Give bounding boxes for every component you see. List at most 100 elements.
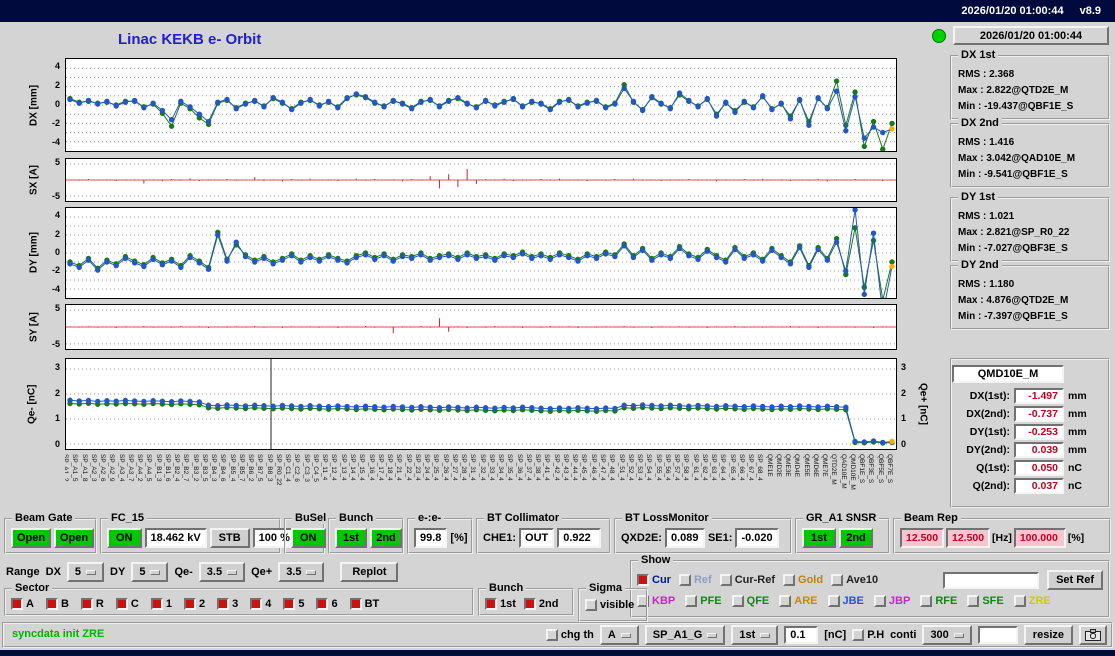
checkbox[interactable] <box>316 598 329 610</box>
checkbox[interactable] <box>731 595 744 607</box>
show-region-checkbox-qfe[interactable]: QFE <box>731 595 769 607</box>
set-ref-input[interactable] <box>943 571 1040 589</box>
range-qe-minus-select[interactable]: 3.5 <box>198 562 246 582</box>
show-checkbox-cur[interactable]: Cur <box>637 574 671 586</box>
sector-checkbox-3[interactable]: 3 <box>217 598 238 610</box>
checkbox[interactable] <box>80 598 93 610</box>
bunch-checkbox-1st[interactable]: 1st <box>485 598 516 610</box>
bunch-order-select[interactable]: 1st <box>731 625 779 645</box>
screenshot-button[interactable] <box>1079 625 1107 645</box>
checkbox[interactable] <box>283 598 296 610</box>
checkbox[interactable] <box>1013 595 1026 607</box>
sector-checkbox-r[interactable]: R <box>80 598 104 610</box>
checkbox[interactable] <box>685 595 698 607</box>
bunch-1st-button[interactable]: 1st <box>335 528 367 548</box>
x-axis-bpm-label: SP_63_4 <box>710 454 718 481</box>
sector-checkbox-6[interactable]: 6 <box>316 598 338 610</box>
show-region-checkbox-are[interactable]: ARE <box>779 595 818 607</box>
show-region-checkbox-jbp[interactable]: JBP <box>873 595 910 607</box>
sector-checkbox-bt[interactable]: BT <box>349 598 379 610</box>
stat-rms: RMS : 2.368 <box>958 69 1015 80</box>
replot-button[interactable]: Replot <box>340 562 399 582</box>
sector-checkbox-1[interactable]: 1 <box>150 598 172 610</box>
x-axis-bpm-label: SP_11_4 <box>321 454 329 481</box>
checkbox[interactable] <box>349 598 362 610</box>
points-select[interactable]: 300 <box>922 625 972 645</box>
beam-gate-open-button-2[interactable]: Open <box>54 528 94 548</box>
checkbox[interactable] <box>585 599 597 611</box>
bpm-value-row: Q(1st): 0.050 nC <box>956 460 1104 476</box>
range-dy-select[interactable]: 5 <box>131 562 169 582</box>
beam-gate-open-button-1[interactable]: Open <box>11 528 51 548</box>
set-ref-button[interactable]: Set Ref <box>1047 570 1103 590</box>
checkbox[interactable] <box>831 574 844 586</box>
show-region-checkbox-rfe[interactable]: RFE <box>920 595 957 607</box>
sector-select[interactable]: A <box>599 625 639 645</box>
show-checkbox-gold[interactable]: Gold <box>783 574 823 586</box>
sx-chart[interactable] <box>65 158 897 202</box>
stat-rms: RMS : 1.180 <box>958 279 1015 290</box>
bpm-select[interactable]: SP_A1_G <box>644 625 726 645</box>
fc15-on-button[interactable]: ON <box>107 528 142 548</box>
chg-th-checkbox[interactable]: chg th <box>545 629 594 641</box>
dx-2nd-stats-box: DX 2nd RMS : 1.416 Max : 3.042@QAD10E_M Min… <box>950 117 1110 188</box>
x-axis-bpm-label: SP_52_4 <box>626 454 634 481</box>
sector-checkbox-c[interactable]: C <box>115 598 139 610</box>
bunch-checkbox-2nd[interactable]: 2nd <box>523 598 558 610</box>
checkbox[interactable] <box>852 629 865 641</box>
resize-button[interactable]: resize <box>1023 625 1073 645</box>
checkbox[interactable] <box>485 598 497 610</box>
checkbox[interactable] <box>779 595 792 607</box>
show-region-checkbox-zre[interactable]: ZRE <box>1013 595 1051 607</box>
busel-panel: BuSel ON <box>284 512 330 554</box>
sector-checkbox-4[interactable]: 4 <box>250 598 271 610</box>
checkbox[interactable] <box>523 598 536 610</box>
checkbox-label: 3 <box>232 598 239 610</box>
sector-checkbox-b[interactable]: B <box>45 598 69 610</box>
fc15-stb-button[interactable]: STB <box>209 528 250 548</box>
show-checkbox-ref[interactable]: Ref <box>678 574 712 586</box>
qe-chart[interactable] <box>65 358 897 450</box>
checkbox[interactable] <box>45 598 58 610</box>
checkbox[interactable] <box>545 629 558 641</box>
show-checkbox-cur-ref[interactable]: Cur-Ref <box>719 574 775 586</box>
busel-on-button[interactable]: ON <box>291 528 326 548</box>
checkbox[interactable] <box>150 598 163 610</box>
checkbox[interactable] <box>678 574 691 586</box>
checkbox[interactable] <box>250 598 263 610</box>
sy-chart[interactable] <box>65 304 897 350</box>
sector-checkbox-2[interactable]: 2 <box>183 598 205 610</box>
range-qe-plus-select[interactable]: 3.5 <box>278 562 325 582</box>
stats-title: DX 1st <box>958 49 999 61</box>
range-dx-select[interactable]: 5 <box>66 562 105 582</box>
beam-gate-panel: Beam Gate Open Open <box>4 512 97 554</box>
sector-checkbox-a[interactable]: A <box>11 598 34 610</box>
checkbox[interactable] <box>115 598 128 610</box>
checkbox[interactable] <box>827 595 840 607</box>
gr-a1-1st-button[interactable]: 1st <box>802 528 836 548</box>
threshold-input[interactable] <box>784 626 819 644</box>
dy-chart[interactable] <box>65 207 897 299</box>
extra-input[interactable] <box>977 626 1018 644</box>
sigma-visible-checkbox[interactable]: visible <box>585 599 634 611</box>
bunch-2nd-button[interactable]: 2nd <box>370 528 402 548</box>
checkbox[interactable] <box>183 598 196 610</box>
gr-a1-2nd-button[interactable]: 2nd <box>839 528 873 548</box>
show-checkbox-ave10[interactable]: Ave10 <box>831 574 878 586</box>
checkbox[interactable] <box>719 574 732 586</box>
ph-checkbox[interactable]: P.H <box>852 629 884 641</box>
show-region-checkbox-sfe[interactable]: SFE <box>967 595 1004 607</box>
checkbox[interactable] <box>783 574 796 586</box>
show-region-checkbox-jbe[interactable]: JBE <box>827 595 864 607</box>
checkbox[interactable] <box>920 595 933 607</box>
checkbox[interactable] <box>217 598 230 610</box>
checkbox[interactable] <box>873 595 886 607</box>
x-axis-bpm-label: QME7E <box>821 454 829 477</box>
checkbox[interactable] <box>637 574 649 586</box>
dx-chart[interactable] <box>65 58 897 152</box>
checkbox[interactable] <box>11 598 23 610</box>
sector-checkbox-5[interactable]: 5 <box>283 598 304 610</box>
checkbox[interactable] <box>967 595 980 607</box>
show-region-checkbox-pfe[interactable]: PFE <box>685 595 722 607</box>
x-axis-bpm-label: SP_21_4 <box>395 454 403 481</box>
